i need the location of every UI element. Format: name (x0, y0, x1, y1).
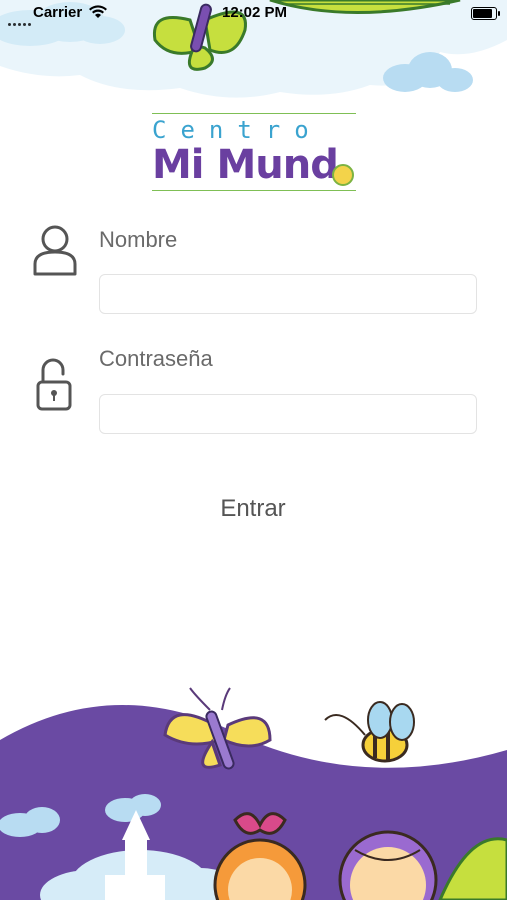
app-logo: Centro Mi Mund (152, 112, 356, 192)
bee (324, 701, 415, 763)
password-input[interactable] (99, 394, 477, 434)
password-label: Contraseña (99, 346, 213, 371)
bottom-decoration (0, 687, 507, 900)
unlock-icon (36, 358, 72, 411)
logo-o-ball (332, 164, 354, 186)
logo-line-bottom (152, 190, 356, 191)
logo-line1: Centro (152, 116, 323, 144)
status-time: 12:02 PM (222, 4, 288, 21)
battery-fill (473, 9, 492, 18)
wifi-icon (89, 5, 107, 18)
user-icon (33, 225, 77, 276)
logo-line-top (152, 113, 356, 114)
logo-line2: Mi Mund (152, 142, 339, 188)
battery-icon (471, 7, 500, 20)
signal-icon (8, 13, 33, 30)
status-bar: Carrier 12:02 PM (0, 0, 507, 26)
submit-button[interactable]: Entrar (178, 489, 328, 529)
carrier-name: Carrier (33, 4, 83, 21)
name-label: Nombre (99, 227, 178, 252)
name-input[interactable] (99, 274, 477, 314)
